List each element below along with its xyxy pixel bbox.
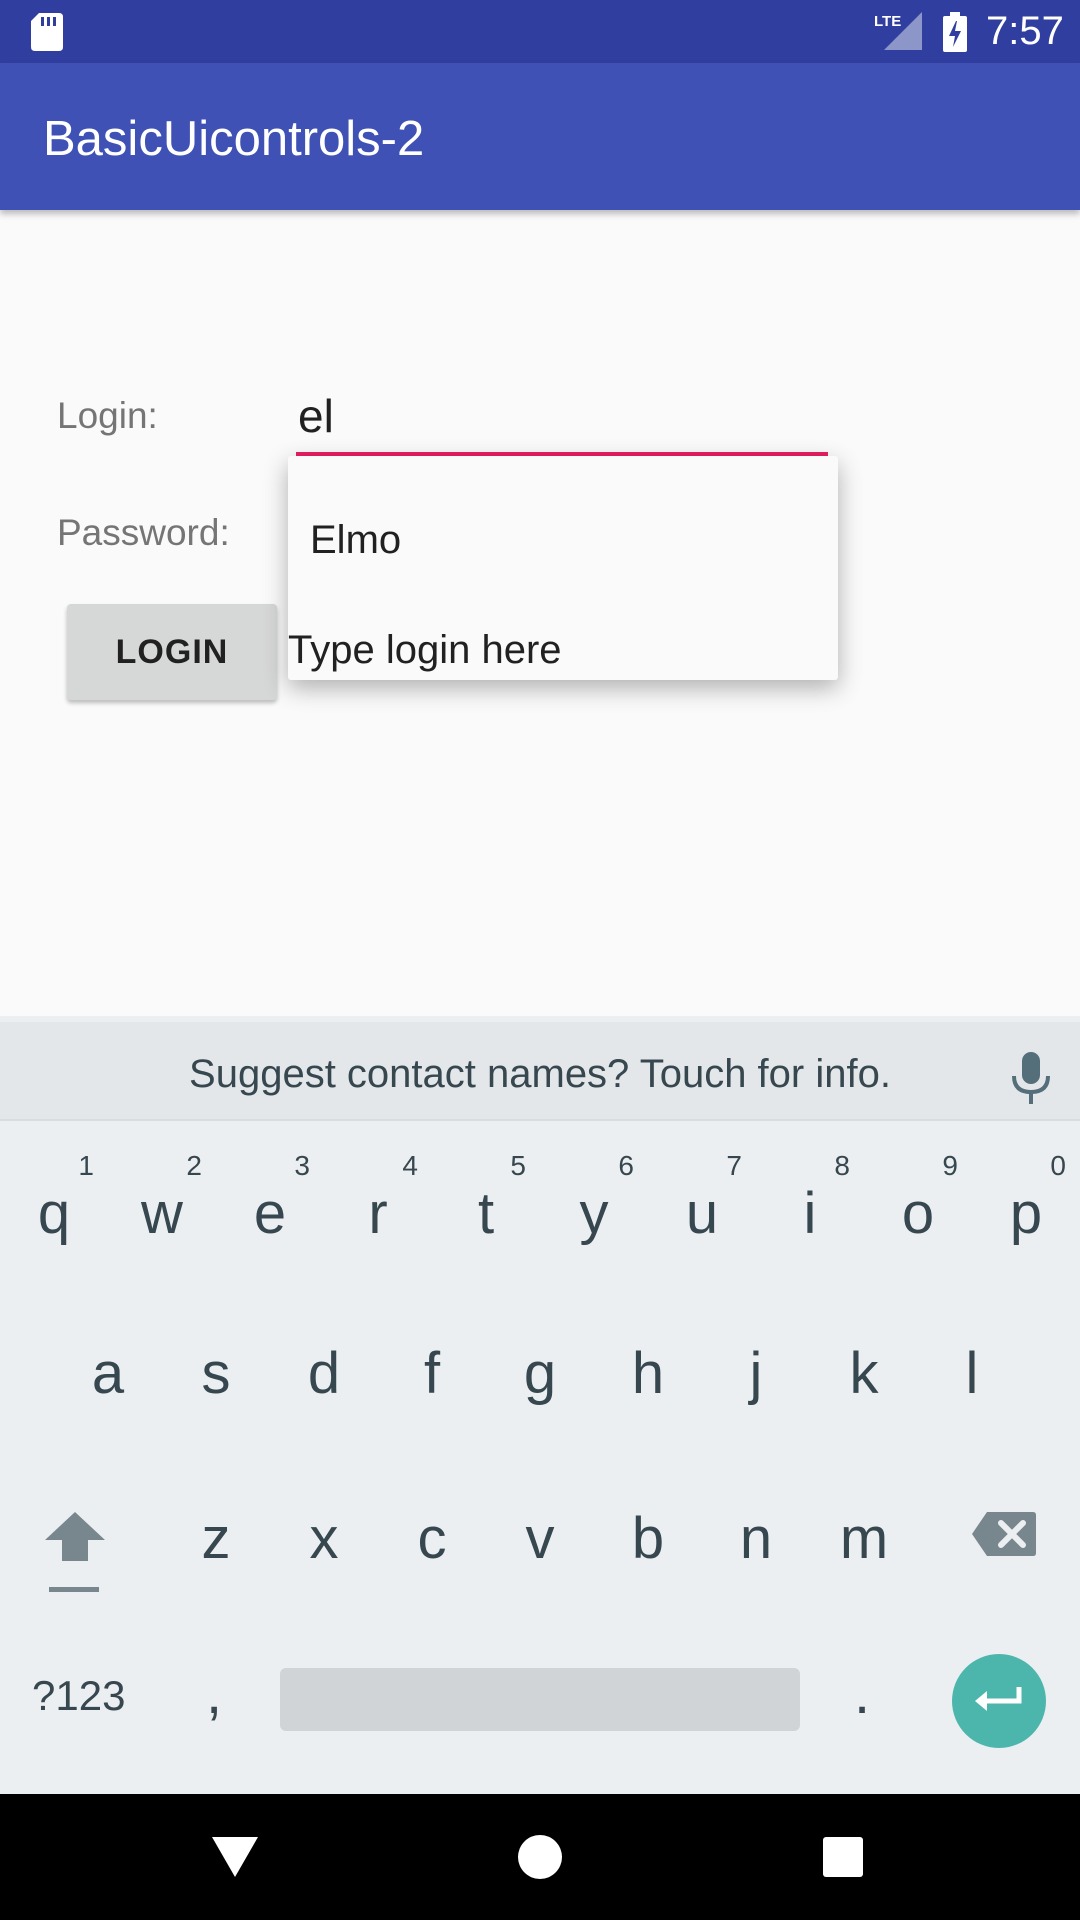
key-d[interactable]: d: [270, 1310, 378, 1440]
svg-text:LTE: LTE: [874, 13, 901, 30]
login-button[interactable]: LOGIN: [67, 604, 277, 700]
backspace-icon[interactable]: [971, 1510, 1037, 1558]
suggestion-strip[interactable]: Suggest contact names? Touch for info.: [0, 1022, 1080, 1121]
key-z[interactable]: z: [162, 1475, 270, 1605]
key-o[interactable]: 9o: [864, 1140, 972, 1270]
clock: 7:57: [986, 9, 1064, 53]
status-bar: LTE 7:57: [0, 0, 1080, 63]
enter-key[interactable]: [952, 1654, 1046, 1748]
key-w[interactable]: 2w: [108, 1140, 216, 1270]
key-x[interactable]: x: [270, 1475, 378, 1605]
navigation-bar: [0, 1794, 1080, 1920]
key-t[interactable]: 5t: [432, 1140, 540, 1270]
suggestion-item-elmo[interactable]: Elmo: [310, 518, 401, 563]
key-b[interactable]: b: [594, 1475, 702, 1605]
battery-charging-icon: [943, 12, 967, 52]
key-h[interactable]: h: [594, 1310, 702, 1440]
back-icon[interactable]: [212, 1837, 258, 1877]
app-title: BasicUicontrols-2: [43, 112, 425, 166]
key-q[interactable]: 1q: [0, 1140, 108, 1270]
login-label: Login:: [57, 395, 158, 436]
key-j[interactable]: j: [702, 1310, 810, 1440]
microphone-icon[interactable]: [1009, 1052, 1053, 1106]
key-s[interactable]: s: [162, 1310, 270, 1440]
key-v[interactable]: v: [486, 1475, 594, 1605]
key-e[interactable]: 3e: [216, 1140, 324, 1270]
key-n[interactable]: n: [702, 1475, 810, 1605]
key-g[interactable]: g: [486, 1310, 594, 1440]
symbols-key[interactable]: ?123: [32, 1672, 125, 1720]
key-y[interactable]: 6y: [540, 1140, 648, 1270]
key-m[interactable]: m: [810, 1475, 918, 1605]
comma-key[interactable]: ,: [206, 1660, 222, 1727]
dropdown-hint: Type login here: [288, 628, 562, 672]
suggestion-text[interactable]: Suggest contact names? Touch for info.: [0, 1052, 1080, 1097]
autocomplete-dropdown: Elmo Type login here: [288, 456, 838, 680]
recents-icon[interactable]: [823, 1837, 863, 1877]
key-l[interactable]: l: [918, 1310, 1026, 1440]
shift-icon[interactable]: [40, 1495, 110, 1595]
enter-arrow-icon: [975, 1687, 1022, 1711]
password-label: Password:: [57, 512, 230, 553]
period-key[interactable]: .: [854, 1660, 870, 1727]
key-r[interactable]: 4r: [324, 1140, 432, 1270]
home-icon[interactable]: [518, 1835, 562, 1879]
app-bar: BasicUicontrols-2: [0, 63, 1080, 210]
space-key[interactable]: [280, 1668, 800, 1731]
key-i[interactable]: 8i: [756, 1140, 864, 1270]
key-f[interactable]: f: [378, 1310, 486, 1440]
key-k[interactable]: k: [810, 1310, 918, 1440]
key-c[interactable]: c: [378, 1475, 486, 1605]
sd-card-icon: [31, 13, 63, 51]
key-a[interactable]: a: [54, 1310, 162, 1440]
key-u[interactable]: 7u: [648, 1140, 756, 1270]
login-input[interactable]: [296, 380, 828, 456]
lte-signal-icon: LTE: [874, 12, 922, 50]
key-p[interactable]: 0p: [972, 1140, 1080, 1270]
